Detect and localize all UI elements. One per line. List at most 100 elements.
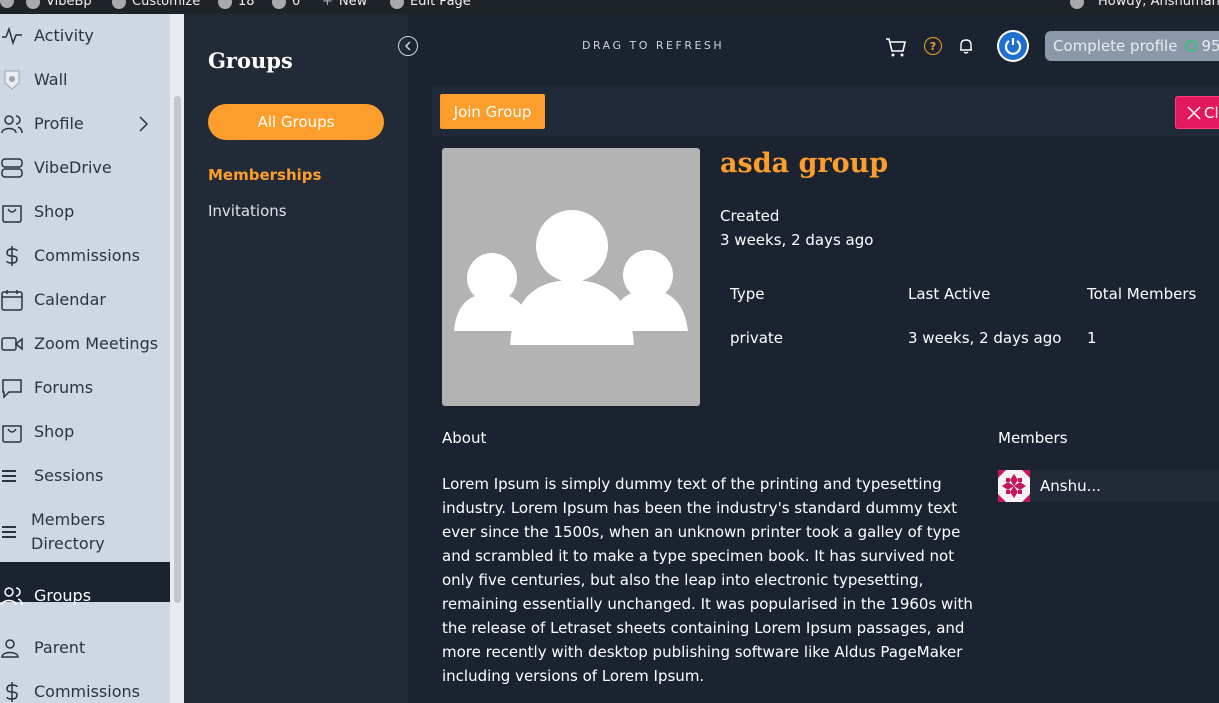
sidebar-item-zoom-meetings[interactable]: Zoom Meetings bbox=[0, 332, 170, 356]
sidebar-item-label: Commissions bbox=[34, 246, 140, 265]
adminbar-updates-link[interactable]: 18 bbox=[218, 0, 255, 9]
video-icon bbox=[1, 333, 23, 355]
type-label: Type bbox=[730, 285, 765, 303]
last-active-label: Last Active bbox=[908, 285, 991, 303]
sidebar-item-label: Activity bbox=[34, 26, 94, 45]
sidebar-item-activity[interactable]: Activity bbox=[0, 24, 170, 48]
member-name[interactable]: Anshu... bbox=[1040, 477, 1101, 495]
sidebar-item-forums[interactable]: Forums bbox=[0, 376, 170, 400]
type-value: private bbox=[730, 329, 784, 347]
memberships-link[interactable]: Memberships bbox=[208, 166, 321, 184]
progress-ring-icon bbox=[1185, 40, 1198, 52]
collapse-panel-button[interactable] bbox=[398, 36, 418, 56]
close-icon bbox=[1187, 105, 1201, 120]
sidebar-item-label: Wall bbox=[34, 70, 68, 89]
admin-bar: VibeBp Customize 18 0 + New Edit Page How… bbox=[0, 0, 1219, 14]
sidebar-item-sessions[interactable]: Sessions bbox=[0, 464, 170, 488]
adminbar-edit-page-link[interactable]: Edit Page bbox=[390, 0, 471, 9]
adminbar-customize-link[interactable]: Customize bbox=[112, 0, 200, 9]
adminbar-edit-label: Edit Page bbox=[410, 0, 471, 9]
sidebar-item-label: Sessions bbox=[34, 466, 104, 485]
sidebar-scrollbar-thumb[interactable] bbox=[174, 96, 181, 603]
sidebar-item-shop-2[interactable]: Shop bbox=[0, 420, 170, 444]
sidebar-item-members-directory[interactable]: Members Directory bbox=[0, 508, 170, 556]
sidebar-item-label: Shop bbox=[34, 202, 75, 221]
sidebar-item-shop[interactable]: Shop bbox=[0, 200, 170, 224]
complete-profile-percent: 95 bbox=[1201, 37, 1219, 55]
sidebar-item-label-line2: Directory bbox=[31, 534, 105, 553]
adminbar-comments-link[interactable]: 0 bbox=[272, 0, 300, 9]
site-icon bbox=[26, 0, 40, 9]
sidebar-item-wall[interactable]: Wall bbox=[0, 68, 170, 92]
chevron-right-icon[interactable] bbox=[134, 115, 152, 133]
sidebar-item-vibedrive[interactable]: VibeDrive bbox=[0, 156, 170, 180]
chat-icon bbox=[1, 377, 23, 399]
sidebar-item-label: Groups bbox=[34, 586, 92, 605]
complete-profile-button[interactable]: Complete profile 95 bbox=[1045, 31, 1219, 61]
pencil-icon bbox=[390, 0, 404, 9]
sidebar-item-label: Calendar bbox=[34, 290, 106, 309]
sidebar-item-groups[interactable]: Groups bbox=[0, 584, 170, 608]
total-members-value: 1 bbox=[1087, 329, 1097, 347]
group-avatar-placeholder bbox=[442, 148, 700, 406]
members-label: Members bbox=[998, 429, 1068, 447]
sidebar-item-label: Parent bbox=[34, 638, 86, 657]
adminbar-comments-count: 0 bbox=[292, 0, 301, 9]
bag-icon bbox=[1, 201, 23, 223]
member-list-item[interactable] bbox=[998, 470, 1219, 502]
updates-icon bbox=[218, 0, 232, 9]
dollar-icon bbox=[1, 681, 23, 703]
sidebar-item-label: Forums bbox=[34, 378, 94, 397]
sidebar-item-label: Zoom Meetings bbox=[34, 334, 159, 353]
sidebar-item-calendar[interactable]: Calendar bbox=[0, 288, 170, 312]
adminbar-account-link[interactable]: Howdy, Anshuman bbox=[1070, 0, 1219, 9]
complete-profile-label: Complete profile bbox=[1053, 37, 1178, 55]
power-icon bbox=[999, 32, 1027, 60]
about-text: Lorem Ipsum is simply dummy text of the … bbox=[442, 475, 973, 685]
adminbar-updates-count: 18 bbox=[238, 0, 255, 9]
users-icon bbox=[1, 113, 23, 135]
close-button[interactable]: Cl bbox=[1175, 96, 1219, 129]
sidebar-item-label-line1: Members bbox=[31, 510, 106, 529]
sidebar-item-profile[interactable]: Profile bbox=[0, 112, 170, 136]
avatar[interactable] bbox=[997, 30, 1029, 62]
adminbar-new-label: New bbox=[338, 0, 368, 9]
join-group-button[interactable]: Join Group bbox=[440, 94, 545, 129]
close-label: Cl bbox=[1204, 103, 1219, 122]
sidebar-item-label: VibeDrive bbox=[34, 158, 112, 177]
sidebar-item-label: Profile bbox=[34, 114, 84, 133]
sidebar-item-commissions-2[interactable]: Commissions bbox=[0, 680, 170, 703]
sidebar-item-commissions[interactable]: Commissions bbox=[0, 244, 170, 268]
brush-icon bbox=[112, 0, 126, 9]
adminbar-customize-label: Customize bbox=[132, 0, 201, 9]
bag-icon bbox=[1, 421, 23, 443]
group-placeholder-icon bbox=[454, 210, 688, 345]
created-label: Created bbox=[720, 207, 780, 225]
about-label: About bbox=[442, 429, 487, 447]
plus-icon: + bbox=[322, 0, 333, 9]
wordpress-logo-icon[interactable] bbox=[0, 0, 14, 8]
invitations-link[interactable]: Invitations bbox=[208, 202, 287, 220]
cart-icon[interactable] bbox=[885, 36, 907, 58]
adminbar-new-link[interactable]: + New bbox=[322, 0, 367, 9]
sidebar-item-label: Shop bbox=[34, 422, 75, 441]
menu-icon bbox=[1, 465, 23, 487]
calendar-icon bbox=[1, 289, 23, 311]
account-icon bbox=[1070, 0, 1084, 9]
page-title: Groups bbox=[208, 48, 293, 73]
help-icon[interactable]: ? bbox=[924, 37, 942, 55]
bell-icon[interactable] bbox=[957, 37, 975, 55]
activity-icon bbox=[1, 25, 23, 47]
drag-to-refresh[interactable]: DRAG TO REFRESH bbox=[582, 39, 724, 52]
identicon-icon bbox=[998, 470, 1030, 502]
all-groups-button[interactable]: All Groups bbox=[208, 104, 384, 140]
comment-icon bbox=[272, 0, 286, 9]
member-avatar[interactable] bbox=[998, 470, 1030, 502]
chevron-left-icon bbox=[404, 41, 411, 51]
group-action-bar bbox=[432, 86, 1219, 136]
total-members-label: Total Members bbox=[1087, 285, 1197, 303]
adminbar-site-link[interactable]: VibeBp bbox=[26, 0, 92, 9]
sidebar-item-parent[interactable]: Parent bbox=[0, 636, 170, 660]
group-name: asda group bbox=[720, 148, 889, 179]
last-active-value: 3 weeks, 2 days ago bbox=[908, 329, 1062, 347]
